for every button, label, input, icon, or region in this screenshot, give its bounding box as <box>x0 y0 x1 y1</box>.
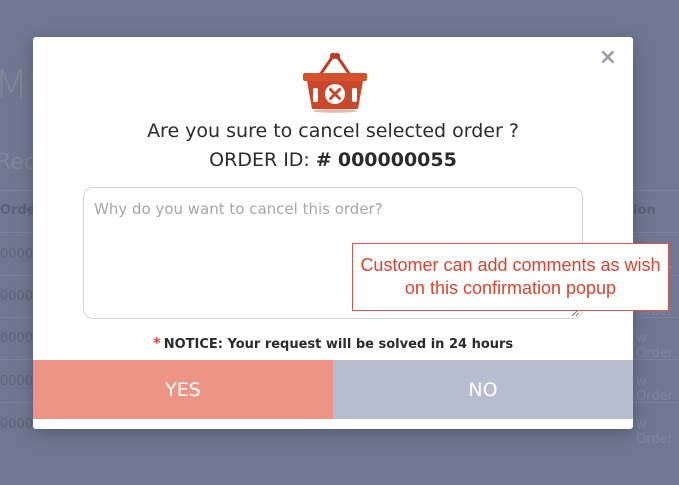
annotation-callout: Customer can add comments as wish on thi… <box>352 243 669 311</box>
background-row-action: w Order <box>636 374 673 404</box>
notice-message: NOTICE: Your request will be solved in 2… <box>163 337 514 352</box>
background-column-action: ion <box>633 203 656 218</box>
no-button[interactable]: NO <box>333 360 633 419</box>
background-row-action: w Order <box>636 331 673 361</box>
cancel-basket-icon <box>303 52 367 113</box>
notice-text: * NOTICE: Your request will be solved in … <box>33 334 633 352</box>
order-id-value: 000000055 <box>337 149 457 171</box>
background-row-order: 0000 <box>0 417 34 432</box>
background-row-order: 0000 <box>0 247 34 262</box>
yes-button[interactable]: YES <box>33 360 333 419</box>
cancel-question: Are you sure to cancel selected order ? <box>147 120 519 142</box>
background-column-order: Orde <box>0 203 36 218</box>
close-icon[interactable]: × <box>599 47 617 69</box>
background-row-order: 0000 <box>0 289 34 304</box>
background-row-order: 0000 <box>0 331 34 346</box>
background-row-order: 0000 <box>0 374 34 389</box>
order-id-line: ORDER ID: # 000000055 <box>33 149 633 171</box>
asterisk-icon: * <box>152 334 161 352</box>
cancel-order-modal: × Are you sure to cancel selected order … <box>33 37 633 429</box>
order-id-label: ORDER ID: <box>209 149 310 171</box>
order-id-hash: # <box>315 149 332 171</box>
annotation-text: Customer can add comments as wish on thi… <box>360 255 661 298</box>
background-row-action: w Order <box>636 417 673 447</box>
